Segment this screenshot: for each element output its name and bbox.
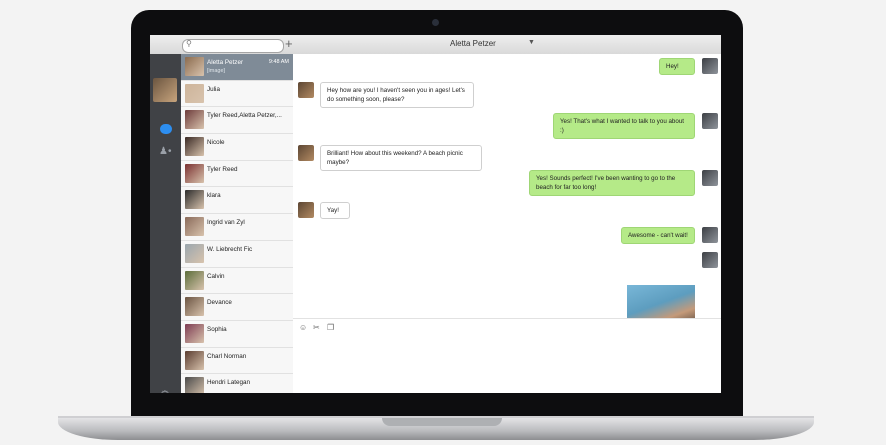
avatar xyxy=(702,227,718,243)
conversation-item[interactable]: Sophia xyxy=(181,321,293,348)
gear-icon[interactable]: ⚙ xyxy=(160,388,170,393)
avatar xyxy=(185,83,204,103)
conversation-list: Aletta Petzer [image] 9:48 AM Julia Tyler Re… xyxy=(181,54,294,393)
conversation-item[interactable]: Calvin xyxy=(181,268,293,295)
smiley-icon[interactable]: ☺ xyxy=(299,323,307,332)
avatar xyxy=(185,163,204,183)
contact-name: Sophia xyxy=(207,325,227,333)
contact-name: Charl Norman xyxy=(207,352,247,360)
conversation-item[interactable]: Julia xyxy=(181,81,293,108)
search-input[interactable] xyxy=(182,39,284,53)
conversation-title[interactable]: Aletta Petzer xyxy=(450,38,580,50)
avatar xyxy=(185,350,204,370)
conversation-item[interactable]: Devance xyxy=(181,294,293,321)
conversation-item[interactable]: Ingrid van Zyl xyxy=(181,214,293,241)
avatar xyxy=(298,145,314,161)
chevron-down-icon[interactable]: ▼ xyxy=(528,39,535,46)
message-area: Hey! Hey how are you! I haven't seen you … xyxy=(293,54,721,347)
title-bar: ⚲ + Aletta Petzer ▼ xyxy=(150,35,721,55)
composer: ☺ ✂ ❐ xyxy=(293,318,721,393)
outgoing-message: Yes! That's what I wanted to talk to you… xyxy=(553,113,695,139)
conversation-item[interactable]: Tyler Reed,Aletta Petzer,... xyxy=(181,107,293,135)
avatar xyxy=(185,297,204,317)
outgoing-message: Yes! Sounds perfect! I've been wanting t… xyxy=(529,170,695,196)
contact-name: Tyler Reed xyxy=(207,165,238,173)
avatar xyxy=(298,202,314,218)
avatar xyxy=(185,137,204,157)
conversation-item[interactable]: W. Liebrecht Fic xyxy=(181,241,293,268)
contact-name: Ingrid van Zyl xyxy=(207,219,245,227)
nav-rail: ♟• ⚙ xyxy=(150,54,181,393)
avatar xyxy=(185,323,204,343)
conversation-item[interactable]: Aletta Petzer [image] 9:48 AM xyxy=(181,54,293,81)
contact-name: Nicole xyxy=(207,139,225,147)
avatar xyxy=(298,82,314,98)
conversation-item[interactable]: klara xyxy=(181,187,293,215)
message-preview: [image] xyxy=(207,68,226,74)
contact-name: klara xyxy=(207,192,221,200)
chat-bubble-icon[interactable] xyxy=(160,124,172,134)
avatar xyxy=(185,190,204,210)
app-window: ⚲ + Aletta Petzer ▼ ♟• ⚙ Aletta Petzer [i… xyxy=(150,35,721,393)
contact-name: Hendri Lategan xyxy=(207,379,251,387)
avatar xyxy=(702,252,718,268)
avatar xyxy=(185,377,204,393)
contacts-icon[interactable]: ♟• xyxy=(159,146,171,157)
search-icon: ⚲ xyxy=(186,39,192,48)
conversation-item[interactable]: Charl Norman xyxy=(181,348,293,375)
timestamp: 9:48 AM xyxy=(268,59,289,65)
conversation-item[interactable]: Hendri Lategan xyxy=(181,374,293,393)
outgoing-message: Awesome - can't wait! xyxy=(621,227,695,244)
outgoing-message: Hey! xyxy=(659,58,695,75)
conversation-item[interactable]: Nicole xyxy=(181,134,293,161)
incoming-message: Brilliant! How about this weekend? A bea… xyxy=(320,145,482,171)
laptop-notch xyxy=(382,418,502,426)
scissors-icon[interactable]: ✂ xyxy=(313,323,320,332)
incoming-message: Hey how are you! I haven't seen you in a… xyxy=(320,82,474,108)
avatar xyxy=(702,113,718,129)
incoming-message: Yay! xyxy=(320,202,350,219)
avatar xyxy=(702,58,718,74)
camera xyxy=(432,19,439,26)
avatar xyxy=(185,110,204,130)
conversation-item[interactable]: Tyler Reed xyxy=(181,161,293,188)
contact-name: Julia xyxy=(207,85,220,93)
avatar xyxy=(185,217,204,237)
avatar xyxy=(702,170,718,186)
avatar xyxy=(185,57,204,76)
contact-name: W. Liebrecht Fic xyxy=(207,245,253,253)
new-chat-button[interactable]: + xyxy=(285,36,293,51)
attachment-icon[interactable]: ❐ xyxy=(327,323,334,332)
contact-name: Devance xyxy=(207,299,232,307)
avatar xyxy=(185,243,204,263)
contact-name: Tyler Reed,Aletta Petzer,... xyxy=(207,112,282,120)
avatar xyxy=(185,270,204,290)
contact-name: Calvin xyxy=(207,272,225,280)
avatar[interactable] xyxy=(153,78,177,102)
